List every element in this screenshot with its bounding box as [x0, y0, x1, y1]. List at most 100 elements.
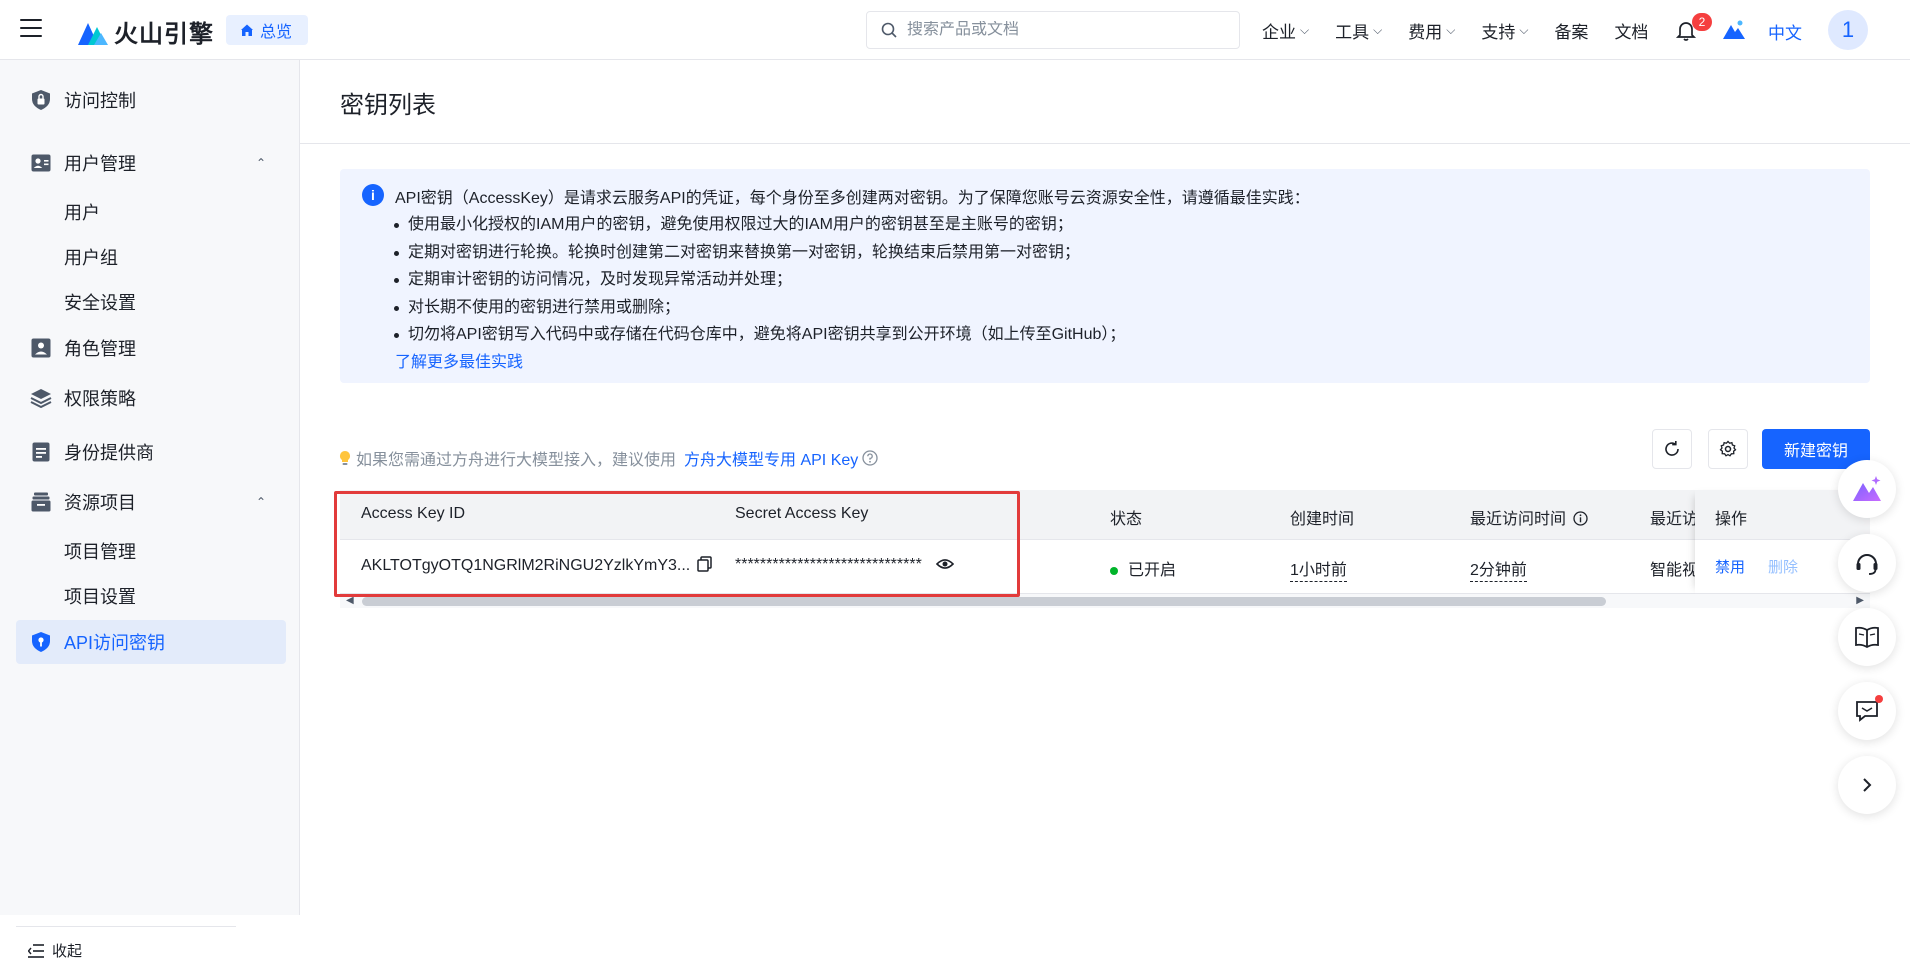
- notice-item: 定期对密钥进行轮换。轮换时创建第二对密钥来替换第一对密钥，轮换结束后禁用第一对密…: [393, 239, 1125, 267]
- secret-access-key-cell: ******************************: [735, 556, 955, 574]
- role-icon: [30, 337, 52, 359]
- page-title: 密钥列表: [340, 92, 436, 119]
- avatar[interactable]: 1: [1828, 10, 1868, 50]
- col-last-service: 最近访: [1650, 511, 1699, 528]
- refresh-icon: [1665, 441, 1679, 456]
- gear-icon: [1719, 440, 1737, 457]
- language-switch[interactable]: 中文: [1768, 19, 1802, 44]
- nav-enterprise[interactable]: 企业 ⌵: [1262, 18, 1309, 43]
- chevron-down-icon: ⌵: [1446, 22, 1456, 37]
- tip-text: 如果您需通过方舟进行大模型接入，建议使用: [356, 452, 677, 469]
- chevron-down-icon: ⌵: [1300, 22, 1310, 37]
- settings-button[interactable]: [1708, 429, 1748, 469]
- ai-sparkle-icon: [1853, 476, 1881, 501]
- sidebar-item-security-settings[interactable]: 安全设置: [64, 289, 136, 315]
- search-input[interactable]: [907, 21, 1207, 39]
- sidebar-item-policies[interactable]: 权限策略: [16, 376, 286, 420]
- nav-docs[interactable]: 文档: [1614, 18, 1648, 43]
- menu-icon[interactable]: [20, 19, 42, 39]
- access-key-id-cell: AKLTOTgyOTQ1NGRlM2RiNGU2YzlkYmY3...: [361, 556, 712, 575]
- col-access-key-id: Access Key ID: [361, 505, 466, 522]
- chevron-right-icon: [1863, 778, 1872, 792]
- access-key-id-value: AKLTOTgyOTQ1NGRlM2RiNGU2YzlkYmY3...: [361, 557, 691, 574]
- feedback-button[interactable]: [1838, 682, 1896, 740]
- user-card-icon: [30, 152, 52, 174]
- nav-support-label: 支持: [1481, 22, 1516, 42]
- info-circle-icon[interactable]: [1573, 511, 1589, 526]
- mountain-icon[interactable]: [1722, 18, 1746, 42]
- learn-more-link[interactable]: 了解更多最佳实践: [395, 348, 523, 372]
- nav-filing-label: 备案: [1554, 22, 1589, 42]
- overview-button[interactable]: 总览: [226, 15, 309, 45]
- overview-label: 总览: [260, 24, 293, 41]
- chevron-down-icon: ⌵: [1519, 22, 1529, 37]
- divider: [300, 143, 1910, 144]
- sidebar-item-project-settings[interactable]: 项目设置: [64, 583, 136, 609]
- table-header: Access Key ID Secret Access Key 状态 创建时间 …: [340, 490, 1870, 540]
- headset-icon: [1856, 554, 1878, 575]
- id-card-icon: [30, 441, 52, 463]
- folder-stack-icon: [30, 491, 52, 513]
- notification-badge: 2: [1692, 13, 1712, 31]
- eye-icon[interactable]: [936, 557, 955, 571]
- delete-key-button[interactable]: 删除: [1768, 556, 1798, 577]
- nav-billing[interactable]: 费用 ⌵: [1408, 18, 1455, 43]
- sidebar-item-users[interactable]: 用户: [64, 199, 100, 225]
- logo[interactable]: 火山引擎: [78, 14, 214, 49]
- sidebar-item-api-keys[interactable]: API访问密钥: [16, 620, 286, 664]
- col-last-access-label: 最近访问时间: [1470, 511, 1567, 528]
- sidebar-item-policies-label: 权限策略: [64, 389, 136, 409]
- refresh-button[interactable]: [1652, 429, 1692, 469]
- scroll-right-icon[interactable]: ▶: [1856, 595, 1864, 606]
- secret-access-key-value: ******************************: [735, 556, 922, 573]
- sidebar-item-user-mgmt-label: 用户管理: [64, 154, 136, 174]
- shield-lock-icon: [30, 89, 52, 111]
- sidebar-item-role-mgmt-label: 角色管理: [64, 339, 136, 359]
- last-service-value: 智能视: [1650, 562, 1699, 579]
- last-access-value: 2分钟前: [1470, 556, 1527, 582]
- logo-text: 火山引擎: [114, 21, 214, 48]
- disable-key-button[interactable]: 禁用: [1715, 556, 1745, 577]
- sidebar-item-user-mgmt[interactable]: 用户管理 ⌃: [16, 141, 286, 185]
- search-box[interactable]: [866, 11, 1240, 49]
- sidebar-item-resource-projects[interactable]: 资源项目 ⌃: [16, 480, 286, 524]
- chevron-up-icon: ⌃: [255, 156, 266, 170]
- horizontal-scrollbar[interactable]: ◀ ▶: [340, 594, 1870, 608]
- top-nav: 企业 ⌵ 工具 ⌵ 费用 ⌵ 支持 ⌵ 备案 文档: [1262, 0, 1674, 60]
- search-icon: [881, 22, 897, 38]
- collapse-button[interactable]: 收起: [28, 940, 82, 961]
- book-icon: [1855, 626, 1879, 648]
- status-dot: [1110, 566, 1118, 575]
- best-practice-notice: i API密钥（AccessKey）是请求云服务API的凭证，每个身份至多创建两…: [340, 169, 1870, 383]
- home-icon: [241, 24, 253, 36]
- nav-filing[interactable]: 备案: [1554, 18, 1588, 43]
- nav-support[interactable]: 支持 ⌵: [1481, 18, 1528, 43]
- nav-tools[interactable]: 工具 ⌵: [1335, 18, 1382, 43]
- col-last-access: 最近访问时间: [1470, 505, 1589, 529]
- ark-api-key-link[interactable]: 方舟大模型专用 API Key: [684, 446, 858, 470]
- customer-service-button[interactable]: [1838, 534, 1896, 592]
- created-value: 1小时前: [1290, 556, 1347, 582]
- notice-list: 使用最小化授权的IAM用户的密钥，避免使用权限过大的IAM用户的密钥甚至是主账号…: [393, 211, 1125, 349]
- expand-panel-button[interactable]: [1838, 756, 1896, 814]
- volcano-logo-icon: [78, 22, 108, 45]
- sidebar-item-user-groups[interactable]: 用户组: [64, 244, 118, 270]
- sidebar-item-project-mgmt[interactable]: 项目管理: [64, 538, 136, 564]
- copy-icon[interactable]: [696, 556, 712, 572]
- sidebar-item-identity-providers-label: 身份提供商: [64, 443, 154, 463]
- ai-assistant-button[interactable]: [1838, 460, 1896, 518]
- scroll-left-icon[interactable]: ◀: [346, 595, 354, 606]
- sidebar-title[interactable]: 访问控制: [16, 78, 286, 122]
- status-value: 已开启: [1128, 562, 1177, 579]
- col-secret-access-key: Secret Access Key: [735, 505, 869, 522]
- sidebar-item-identity-providers[interactable]: 身份提供商: [16, 430, 286, 474]
- nav-tools-label: 工具: [1335, 22, 1370, 42]
- docs-button[interactable]: [1838, 608, 1896, 666]
- nav-docs-label: 文档: [1614, 22, 1649, 42]
- question-circle-icon[interactable]: [862, 450, 878, 466]
- lightbulb-icon: [340, 451, 350, 465]
- sidebar-item-role-mgmt[interactable]: 角色管理: [16, 326, 286, 370]
- top-bar: 火山引擎 总览 企业⌵ 工具⌵ 费用⌵ 支持⌵ 备案 文档 2 中文 1: [0, 0, 1910, 60]
- scrollbar-thumb[interactable]: [362, 597, 1606, 606]
- notice-item: 定期审计密钥的访问情况，及时发现异常活动并处理；: [393, 266, 1125, 294]
